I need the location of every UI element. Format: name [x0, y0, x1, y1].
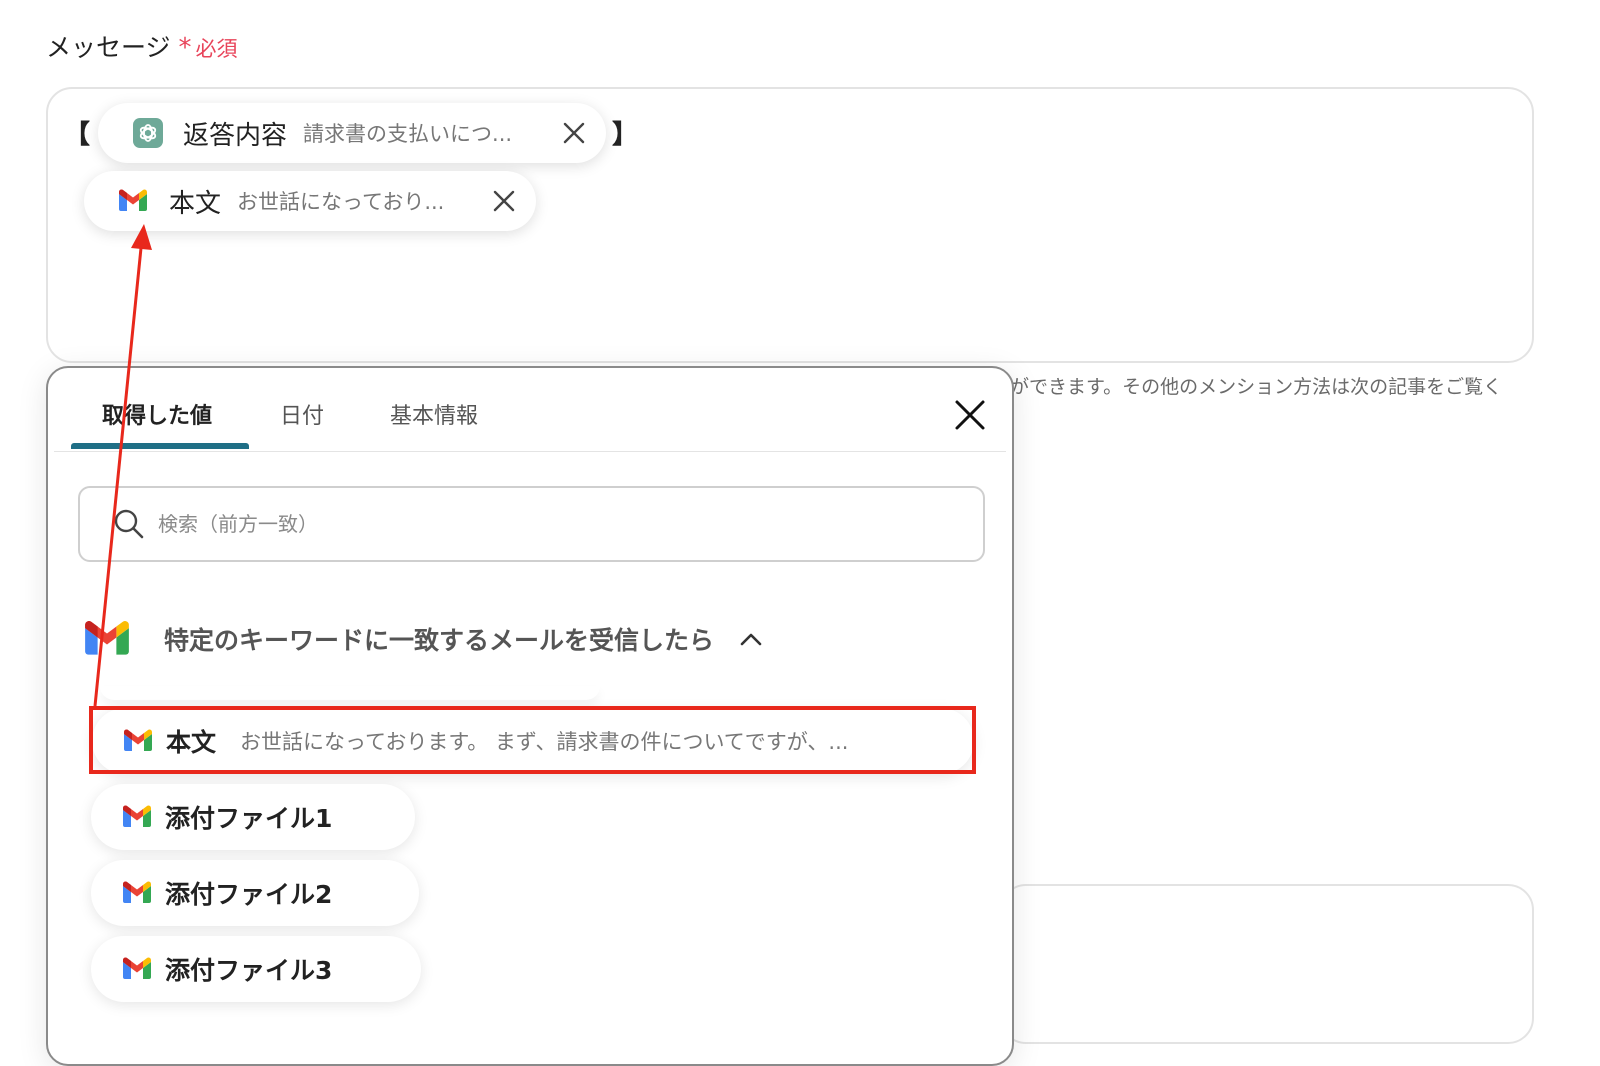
value-item-attachment-2[interactable]: 添付ファイル2	[91, 860, 419, 926]
value-item-attachment-1[interactable]: 添付ファイル1	[91, 784, 415, 850]
partially-hidden-item	[100, 686, 600, 700]
remove-pill-icon[interactable]	[490, 187, 518, 215]
tab-retrieved-values[interactable]: 取得した値	[102, 398, 212, 430]
pill-label: 返答内容	[183, 120, 288, 151]
required-text: 必須	[195, 37, 238, 61]
pill-value: お世話になっており...	[237, 190, 445, 214]
tab-divider	[54, 451, 1006, 452]
bracket-close: 】	[612, 120, 639, 150]
search-input[interactable]	[156, 511, 940, 537]
gmail-icon	[121, 881, 153, 905]
value-item-attachment-3[interactable]: 添付ファイル3	[91, 936, 421, 1002]
close-icon[interactable]	[953, 398, 987, 432]
gmail-icon	[121, 957, 153, 981]
mention-hint-text: ができます。その他のメンション方法は次の記事をご覧く	[1010, 376, 1503, 398]
mention-pill-body[interactable]: 本文 お世話になっており...	[84, 171, 536, 231]
gmail-icon	[117, 189, 149, 213]
item-value: お世話になっております。 まず、請求書の件についてですが、...	[240, 730, 849, 754]
item-label: 添付ファイル2	[165, 880, 333, 909]
item-label: 本文	[166, 728, 217, 757]
trigger-section-header[interactable]: 特定のキーワードに一致するメールを受信したら	[82, 620, 762, 658]
gmail-icon	[82, 620, 132, 658]
value-picker-popover: 取得した値 日付 基本情報 特定のキーワードに一致するメールを受信したら 本文 …	[46, 366, 1014, 1066]
item-label: 添付ファイル1	[165, 804, 333, 833]
tab-basic-info[interactable]: 基本情報	[390, 398, 478, 430]
next-field-input[interactable]	[1000, 884, 1534, 1044]
required-asterisk: *	[178, 33, 192, 63]
bracket-open: 【	[64, 120, 91, 150]
chatgpt-icon	[133, 118, 163, 148]
pill-value: 請求書の支払いにつ...	[303, 122, 513, 146]
section-title: 特定のキーワードに一致するメールを受信したら	[164, 626, 715, 655]
search-box[interactable]	[78, 486, 985, 562]
gmail-icon	[121, 805, 153, 829]
chevron-up-icon[interactable]	[740, 632, 762, 646]
gmail-icon	[122, 729, 154, 753]
field-label-text: メッセージ	[46, 33, 171, 62]
search-icon	[114, 509, 144, 539]
remove-pill-icon[interactable]	[560, 119, 588, 147]
message-field-label: メッセージ * 必須	[46, 28, 238, 64]
value-item-body[interactable]: 本文 お世話になっております。 まず、請求書の件についてですが、...	[92, 708, 974, 774]
item-label: 添付ファイル3	[165, 956, 333, 985]
active-tab-indicator	[71, 443, 249, 449]
tab-date[interactable]: 日付	[280, 398, 324, 430]
mention-pill-response[interactable]: 返答内容 請求書の支払いにつ...	[98, 103, 606, 163]
pill-label: 本文	[169, 188, 222, 219]
